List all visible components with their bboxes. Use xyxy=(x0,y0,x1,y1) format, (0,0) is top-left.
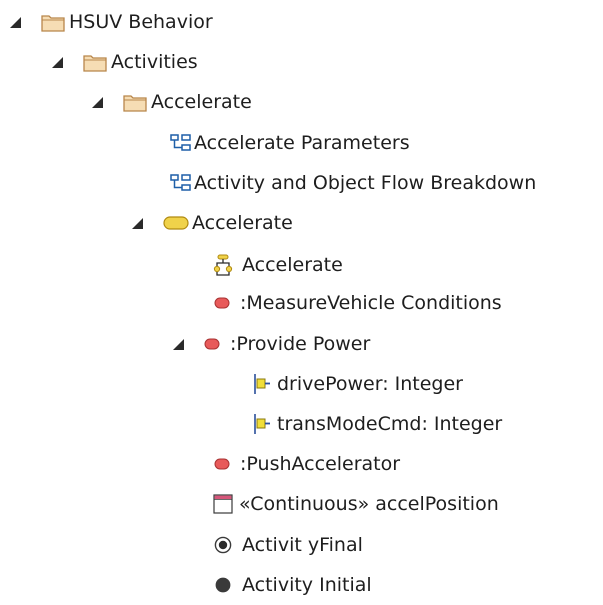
tree-item-activity-final[interactable]: Activit yFinal xyxy=(214,525,363,565)
tree-item-provide-power[interactable]: :Provide Power xyxy=(173,324,370,364)
tree-item-accelerate-folder[interactable]: Accelerate xyxy=(92,82,252,122)
folder-icon xyxy=(41,12,65,32)
action-icon xyxy=(214,297,230,309)
diagram-icon xyxy=(170,133,192,153)
expand-arrow-icon[interactable] xyxy=(132,217,143,229)
expand-arrow-icon[interactable] xyxy=(10,16,21,28)
initial-node-icon xyxy=(214,576,232,594)
tree-item-hsuv-behavior[interactable]: HSUV Behavior xyxy=(10,2,213,42)
tree-item-label: Activities xyxy=(111,51,198,73)
tree-item-label: :MeasureVehicle Conditions xyxy=(240,292,502,314)
diagram-icon xyxy=(170,173,192,193)
tree-item-push-accelerator[interactable]: :PushAccelerator xyxy=(214,444,400,484)
tree-item-label: Activity Initial xyxy=(242,574,372,596)
tree-item-label: :Provide Power xyxy=(230,333,371,355)
action-icon xyxy=(214,458,230,470)
tree-item-label: drivePower: Integer xyxy=(277,373,463,395)
activity-icon xyxy=(163,216,189,230)
tree-item-label: Activit yFinal xyxy=(242,534,363,556)
expand-arrow-icon[interactable] xyxy=(173,338,184,350)
tree-item-label: transModeCmd: Integer xyxy=(277,413,503,435)
tree-item-accelerate-diagram[interactable]: Accelerate xyxy=(212,245,343,285)
tree-item-label: Accelerate xyxy=(192,212,293,234)
object-node-icon xyxy=(213,494,233,514)
tree-item-label: Accelerate xyxy=(242,254,343,276)
tree-item-activity-initial[interactable]: Activity Initial xyxy=(214,565,372,605)
tree-item-label: Accelerate xyxy=(151,91,252,113)
tree-item-trans-mode-cmd[interactable]: transModeCmd: Integer xyxy=(253,404,502,444)
expand-arrow-icon[interactable] xyxy=(92,96,103,108)
action-icon xyxy=(204,338,220,350)
tree-item-accel-position[interactable]: «Continuous» accelPosition xyxy=(213,484,499,524)
activity-diagram-icon xyxy=(212,254,234,276)
folder-icon xyxy=(123,92,147,112)
tree-item-activities[interactable]: Activities xyxy=(52,42,198,82)
tree-item-label: Accelerate Parameters xyxy=(194,132,410,154)
tree-item-label: :PushAccelerator xyxy=(240,453,401,475)
pin-icon xyxy=(253,413,271,435)
tree-item-accelerate-parameters[interactable]: Accelerate Parameters xyxy=(170,123,410,163)
expand-arrow-icon[interactable] xyxy=(52,56,63,68)
tree-item-label: Activity and Object Flow Breakdown xyxy=(194,172,537,194)
pin-icon xyxy=(253,373,271,395)
tree-item-label: HSUV Behavior xyxy=(69,11,213,33)
tree-item-activity-object-flow-breakdown[interactable]: Activity and Object Flow Breakdown xyxy=(170,163,536,203)
tree-item-measure-vehicle-conditions[interactable]: :MeasureVehicle Conditions xyxy=(214,283,502,323)
folder-icon xyxy=(83,52,107,72)
final-node-icon xyxy=(214,536,232,554)
tree-item-accelerate-activity[interactable]: Accelerate xyxy=(132,203,293,243)
tree-item-drive-power[interactable]: drivePower: Integer xyxy=(253,364,463,404)
tree-item-label: «Continuous» accelPosition xyxy=(239,493,499,515)
